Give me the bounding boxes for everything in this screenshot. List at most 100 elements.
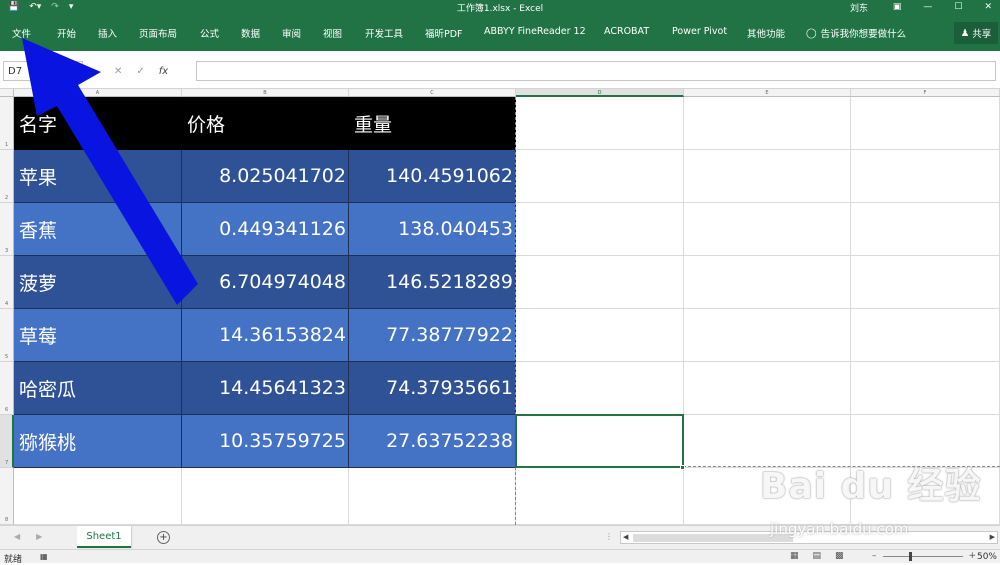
table-cell[interactable]: 6.704974048 [182, 256, 349, 309]
table-cell[interactable]: 138.040453 [349, 203, 516, 256]
close-icon[interactable]: ✕ [984, 2, 992, 12]
prev-sheet-icon[interactable]: ◀ [14, 532, 20, 541]
cell-f5[interactable] [851, 309, 1000, 362]
cell-d1[interactable] [516, 97, 684, 150]
tab-data[interactable]: 数据 [241, 26, 260, 40]
normal-view-icon[interactable]: ▦ [790, 551, 799, 561]
table-cell[interactable]: 10.35759725 [182, 415, 349, 468]
tab-home[interactable]: 开始 [57, 26, 76, 40]
row-header-2[interactable]: 2 [0, 150, 14, 203]
table-cell[interactable]: 146.5218289 [349, 256, 516, 309]
column-header-e[interactable]: E [684, 89, 851, 97]
cell-d3[interactable] [516, 203, 684, 256]
tab-foxit-pdf[interactable]: 福昕PDF [425, 26, 463, 40]
cell-d2[interactable] [516, 150, 684, 203]
tab-file[interactable]: 文件 [12, 26, 31, 40]
zoom-out-icon[interactable]: – [872, 551, 877, 561]
cell-d4[interactable] [516, 256, 684, 309]
formula-input[interactable] [196, 61, 996, 81]
cancel-icon[interactable]: ✕ [114, 66, 122, 77]
zoom-slider-thumb[interactable] [908, 551, 912, 561]
cell-a8[interactable] [14, 468, 182, 525]
share-button[interactable]: ♟ 共享 [954, 22, 998, 44]
row-header-6[interactable]: 6 [0, 362, 14, 415]
table-cell[interactable]: 猕猴桃 [14, 415, 182, 468]
column-header-b[interactable]: B [182, 89, 349, 97]
cell-d8[interactable] [516, 468, 684, 525]
cell-d5[interactable] [516, 309, 684, 362]
header-weight[interactable]: 重量 [349, 97, 516, 150]
scroll-right-icon[interactable]: ▶ [990, 533, 995, 541]
insert-function-icon[interactable]: fx [159, 66, 168, 77]
ribbon-display-icon[interactable]: ▣ [893, 2, 902, 12]
name-box[interactable]: D7 ▼ [3, 61, 83, 81]
zoom-in-icon[interactable]: + [969, 551, 977, 561]
tell-me-search[interactable]: ◯ 告诉我你想要做什么 [806, 26, 906, 41]
tab-developer[interactable]: 开发工具 [365, 26, 403, 40]
split-handle-icon[interactable]: ⋮ [605, 532, 613, 541]
column-header-a[interactable]: A [14, 89, 182, 97]
table-cell[interactable]: 27.63752238 [349, 415, 516, 468]
tab-formulas[interactable]: 公式 [200, 26, 219, 40]
cell-b8[interactable] [182, 468, 349, 525]
page-layout-view-icon[interactable]: ▤ [813, 551, 822, 561]
table-cell[interactable]: 0.449341126 [182, 203, 349, 256]
row-header-5[interactable]: 5 [0, 309, 14, 362]
table-cell[interactable]: 140.4591062 [349, 150, 516, 203]
table-cell[interactable]: 苹果 [14, 150, 182, 203]
scroll-left-icon[interactable]: ◀ [623, 533, 628, 541]
cell-f1[interactable] [851, 97, 1000, 150]
header-name[interactable]: 名字 [14, 97, 182, 150]
tab-abbyy[interactable]: ABBYY FineReader 12 [484, 26, 586, 37]
cell-e6[interactable] [684, 362, 851, 415]
header-price[interactable]: 价格 [182, 97, 349, 150]
cell-e4[interactable] [684, 256, 851, 309]
tab-other[interactable]: 其他功能 [747, 26, 785, 40]
name-box-dropdown-icon[interactable]: ▼ [74, 68, 79, 76]
row-header-1[interactable]: 1 [0, 97, 14, 150]
row-header-3[interactable]: 3 [0, 203, 14, 256]
table-cell[interactable]: 草莓 [14, 309, 182, 362]
enter-icon[interactable]: ✓ [136, 66, 144, 77]
selected-cell-d7[interactable] [515, 414, 684, 468]
table-cell[interactable]: 14.45641323 [182, 362, 349, 415]
table-cell[interactable]: 74.37935661 [349, 362, 516, 415]
table-cell[interactable]: 香蕉 [14, 203, 182, 256]
cell-e2[interactable] [684, 150, 851, 203]
sheet-tab-sheet1[interactable]: Sheet1 [77, 526, 131, 548]
add-sheet-icon[interactable]: + [157, 531, 170, 544]
cell-e3[interactable] [684, 203, 851, 256]
tab-insert[interactable]: 插入 [98, 26, 117, 40]
cell-c8[interactable] [349, 468, 516, 525]
fill-handle[interactable] [680, 465, 685, 470]
tab-acrobat[interactable]: ACROBAT [604, 26, 649, 37]
column-header-f[interactable]: F [851, 89, 1000, 97]
scroll-thumb[interactable] [633, 534, 793, 542]
select-all-corner[interactable] [0, 89, 14, 97]
zoom-level[interactable]: 50% [977, 552, 997, 562]
macro-record-icon[interactable]: ▦ [40, 552, 48, 561]
table-cell[interactable]: 哈密瓜 [14, 362, 182, 415]
tab-review[interactable]: 审阅 [282, 26, 301, 40]
cell-f4[interactable] [851, 256, 1000, 309]
cell-e1[interactable] [684, 97, 851, 150]
cell-e5[interactable] [684, 309, 851, 362]
zoom-slider[interactable] [882, 551, 963, 561]
cell-d6[interactable] [516, 362, 684, 415]
tab-view[interactable]: 视图 [323, 26, 342, 40]
table-cell[interactable]: 8.025041702 [182, 150, 349, 203]
tab-page-layout[interactable]: 页面布局 [139, 26, 177, 40]
cell-f6[interactable] [851, 362, 1000, 415]
maximize-icon[interactable]: ☐ [954, 2, 962, 12]
page-break-view-icon[interactable]: ▩ [835, 551, 844, 561]
row-header-7[interactable]: 7 [0, 415, 14, 468]
column-header-d[interactable]: D [516, 89, 684, 97]
row-header-4[interactable]: 4 [0, 256, 14, 309]
table-cell[interactable]: 14.36153824 [182, 309, 349, 362]
table-cell[interactable]: 菠萝 [14, 256, 182, 309]
cell-f2[interactable] [851, 150, 1000, 203]
row-header-8[interactable]: 8 [0, 468, 14, 525]
user-name[interactable]: 刘东 [850, 1, 868, 14]
column-header-c[interactable]: C [349, 89, 516, 97]
cell-f3[interactable] [851, 203, 1000, 256]
